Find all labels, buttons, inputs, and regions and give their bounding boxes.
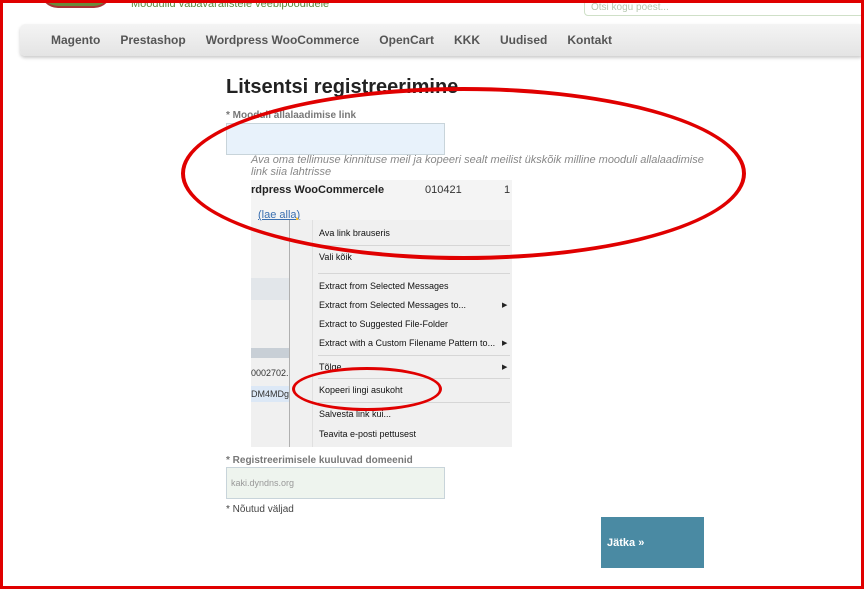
order-row: rdpress WooCommercele 010421 1 (lae alla…	[251, 180, 512, 235]
context-menu: Ava link brauseris Vali kõik Extract fro…	[289, 220, 512, 447]
menu-item-save-link: Salvesta link kui...	[319, 409, 392, 419]
panel-strip	[251, 278, 289, 300]
menu-item-select-all: Vali kõik	[319, 252, 352, 262]
file-name-selected: DM4MDg	[251, 386, 289, 402]
menu-separator	[318, 378, 510, 379]
menu-separator	[318, 355, 510, 356]
menu-item-extract-pattern: Extract with a Custom Filename Pattern t…	[319, 338, 496, 348]
menu-item-extract-to: Extract from Selected Messages to...	[319, 300, 467, 310]
menu-gutter	[290, 220, 313, 447]
download-link-field[interactable]	[226, 123, 445, 155]
menu-item-copy-link: Kopeeri lingi asukoht	[319, 385, 403, 395]
domains-field-label: * Registreerimisele kuuluvad domeenid	[226, 455, 413, 466]
submenu-arrow-icon: ▶	[502, 364, 508, 371]
page-title: Litsentsi registreerimine	[226, 76, 459, 98]
link-field-label: * Mooduli allalaadimise link	[226, 110, 357, 121]
menu-separator	[318, 273, 510, 274]
nav-item-uudised[interactable]: Uudised	[500, 33, 547, 47]
nav-item-kontakt[interactable]: Kontakt	[567, 33, 612, 47]
order-number: 010421	[425, 184, 462, 196]
nav-item-opencart[interactable]: OpenCart	[379, 33, 434, 47]
required-note: * Nõutud väljad	[226, 504, 294, 515]
menu-item-open-link: Ava link brauseris	[319, 228, 390, 238]
site-tagline: Moodulid vabavaralistele veebipoodidele	[131, 0, 330, 10]
instruction-screenshot: rdpress WooCommercele 010421 1 (lae alla…	[251, 180, 512, 447]
order-product: rdpress WooCommercele	[251, 184, 385, 196]
submenu-arrow-icon: ▶	[502, 340, 508, 347]
site-header: Moodulid vabavaralistele veebipoodidele …	[0, 0, 864, 22]
link-field-hint: Ava oma tellimuse kinnituse meil ja kope…	[251, 154, 704, 178]
logo[interactable]	[40, 0, 112, 8]
submenu-arrow-icon: ▶	[502, 302, 508, 309]
menu-separator	[318, 245, 510, 246]
nav-item-woocommerce[interactable]: Wordpress WooCommerce	[206, 33, 360, 47]
continue-button[interactable]: Jätka »	[601, 517, 704, 568]
nav-item-prestashop[interactable]: Prestashop	[120, 33, 185, 47]
order-qty: 1	[504, 184, 511, 196]
panel-bar	[251, 348, 289, 358]
domains-field[interactable]: kaki.dyndns.org	[226, 467, 445, 499]
menu-item-translate: Tõlge	[319, 362, 342, 372]
menu-item-extract-folder: Extract to Suggested File-Folder	[319, 319, 449, 329]
nav-item-kkk[interactable]: KKK	[454, 33, 480, 47]
menu-separator	[318, 402, 510, 403]
menu-item-report-phishing: Teavita e-posti pettusest	[319, 429, 417, 439]
nav-item-magento[interactable]: Magento	[51, 33, 100, 47]
main-nav: Magento Prestashop Wordpress WooCommerce…	[20, 24, 864, 56]
search-input[interactable]: Otsi kogu poest...	[584, 0, 864, 16]
menu-item-extract: Extract from Selected Messages	[319, 281, 449, 291]
